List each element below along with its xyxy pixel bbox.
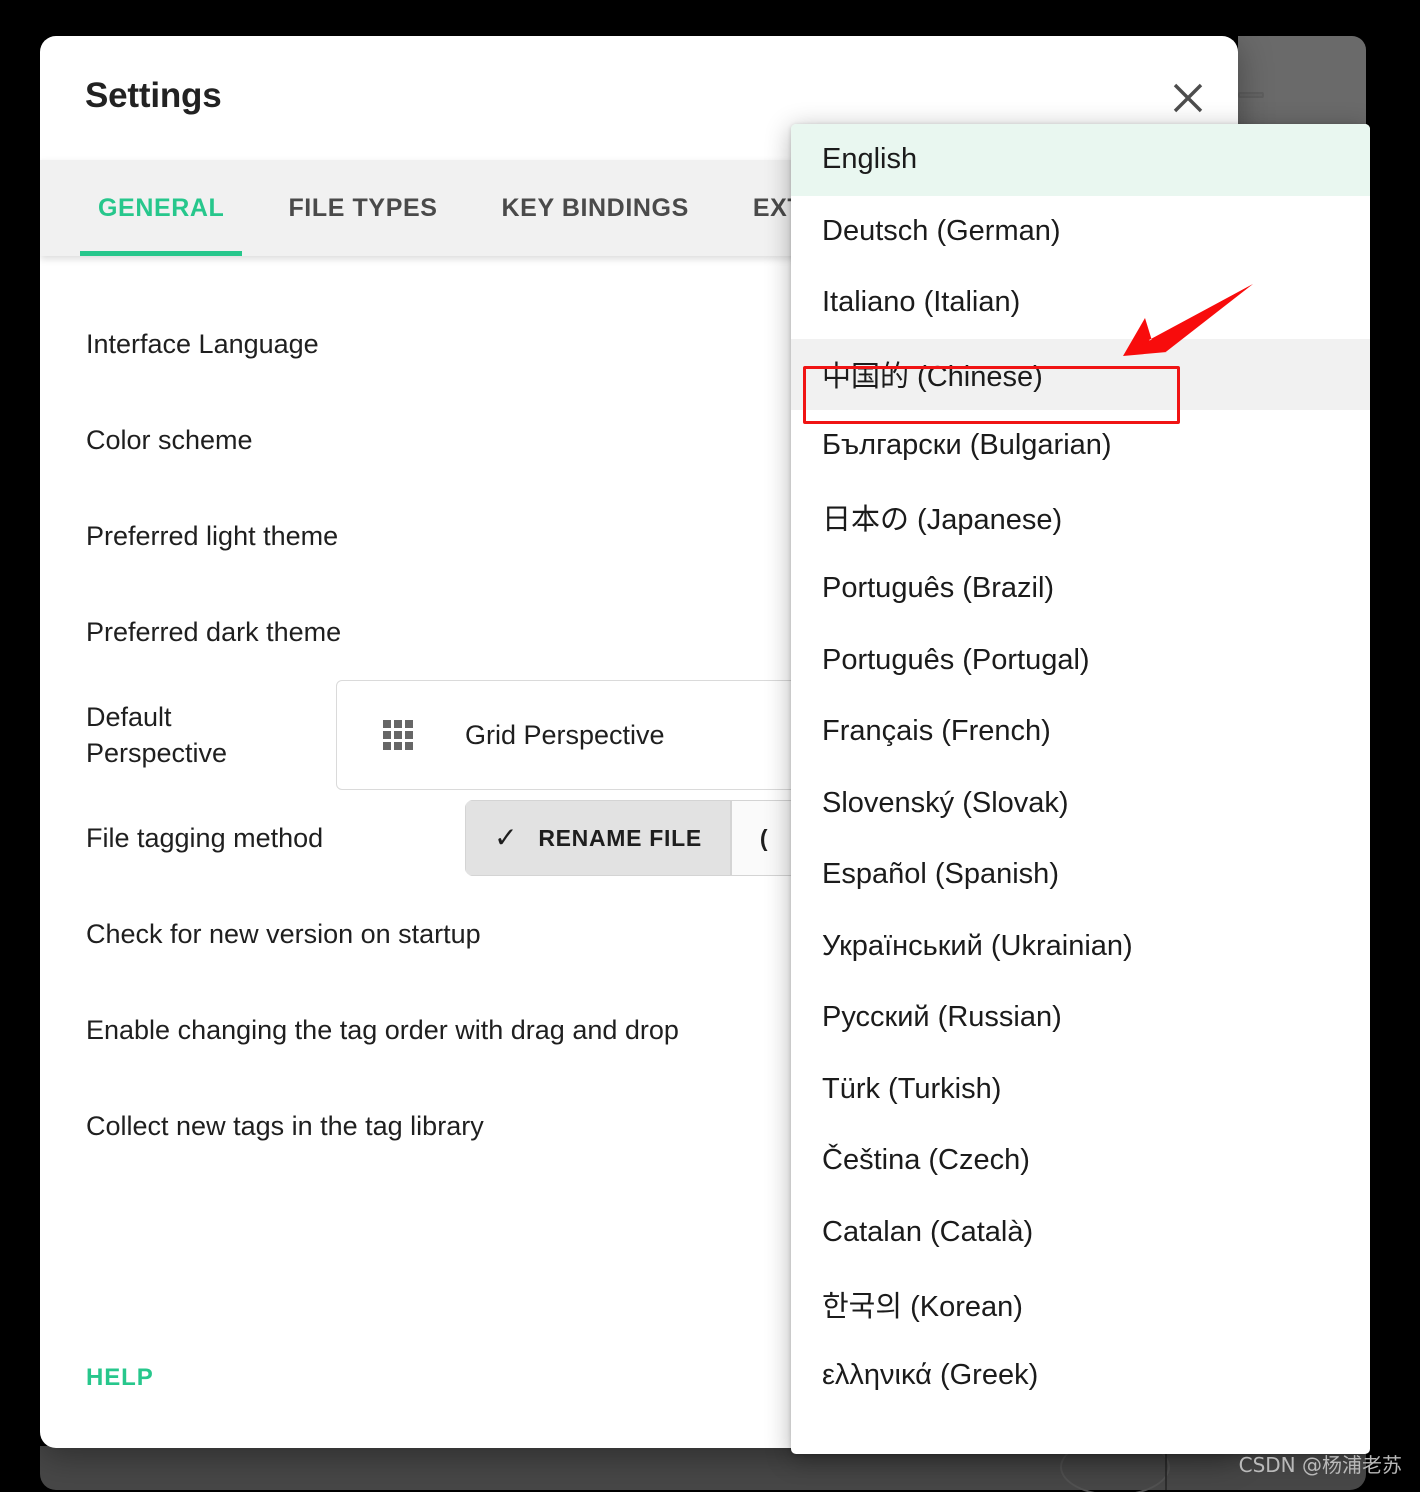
toggle-sidecar-file-label: ( bbox=[759, 824, 769, 851]
language-option[interactable]: Čeština (Czech) bbox=[791, 1125, 1370, 1197]
toggle-rename-file-label: RENAME FILE bbox=[538, 824, 702, 851]
language-option[interactable]: Français (French) bbox=[791, 696, 1370, 768]
language-option[interactable]: 한국의 (Korean) bbox=[791, 1268, 1370, 1340]
close-button[interactable] bbox=[1160, 70, 1216, 126]
language-option[interactable]: 日本の (Japanese) bbox=[791, 481, 1370, 553]
interface-language-dropdown: English Deutsch (German) Italiano (Italian… bbox=[791, 124, 1370, 1454]
tab-general[interactable]: GENERAL bbox=[66, 160, 256, 256]
language-option[interactable]: ελληνικά (Greek) bbox=[791, 1339, 1370, 1411]
tab-key-bindings-label: KEY BINDINGS bbox=[501, 193, 689, 222]
language-option[interactable]: Український (Ukrainian) bbox=[791, 910, 1370, 982]
close-icon bbox=[1173, 83, 1203, 113]
preferred-light-theme-label: Preferred light theme bbox=[86, 520, 339, 551]
background-ghost-shape bbox=[1238, 92, 1264, 98]
grid-icon bbox=[383, 720, 413, 750]
language-option[interactable]: 中国的 (Chinese) bbox=[791, 338, 1370, 410]
tag-drag-drop-label: Enable changing the tag order with drag … bbox=[86, 1014, 679, 1045]
language-option[interactable]: English bbox=[791, 124, 1370, 196]
check-new-version-label: Check for new version on startup bbox=[86, 918, 481, 949]
file-tagging-method-label: File tagging method bbox=[86, 822, 324, 853]
language-option[interactable]: Português (Brazil) bbox=[791, 553, 1370, 625]
color-scheme-label: Color scheme bbox=[86, 424, 253, 455]
tab-general-label: GENERAL bbox=[98, 193, 225, 222]
language-option[interactable]: Български (Bulgarian) bbox=[791, 410, 1370, 482]
language-option[interactable]: Türk (Turkish) bbox=[791, 1053, 1370, 1125]
language-option[interactable]: Español (Spanish) bbox=[791, 839, 1370, 911]
interface-language-label: Interface Language bbox=[86, 328, 319, 359]
language-option[interactable]: Deutsch (German) bbox=[791, 195, 1370, 267]
language-option[interactable]: Русский (Russian) bbox=[791, 982, 1370, 1054]
tab-file-types[interactable]: FILE TYPES bbox=[256, 160, 469, 256]
language-option[interactable]: Catalan (Català) bbox=[791, 1196, 1370, 1268]
toggle-rename-file[interactable]: ✓ RENAME FILE bbox=[465, 800, 731, 876]
app-background-top-right bbox=[1238, 36, 1366, 136]
default-perspective-value: Grid Perspective bbox=[465, 719, 665, 750]
collect-new-tags-label: Collect new tags in the tag library bbox=[86, 1110, 484, 1141]
page-title: Settings bbox=[85, 76, 222, 115]
watermark: CSDN @杨浦老苏 bbox=[1238, 1453, 1402, 1477]
file-tagging-toggle-group: ✓ RENAME FILE ( bbox=[465, 800, 798, 876]
language-option[interactable]: Italiano (Italian) bbox=[791, 267, 1370, 339]
help-link[interactable]: HELP bbox=[86, 1364, 154, 1392]
toggle-sidecar-file[interactable]: ( bbox=[730, 800, 798, 876]
check-icon: ✓ bbox=[494, 822, 519, 853]
language-option[interactable]: Slovenský (Slovak) bbox=[791, 767, 1370, 839]
screen-root: Settings GENERAL FILE TYPES KEY BINDINGS… bbox=[0, 0, 1420, 1492]
language-option[interactable]: Português (Portugal) bbox=[791, 624, 1370, 696]
default-perspective-label: Default Perspective bbox=[86, 701, 228, 768]
preferred-dark-theme-label: Preferred dark theme bbox=[86, 616, 342, 647]
tab-key-bindings[interactable]: KEY BINDINGS bbox=[470, 160, 721, 256]
tab-file-types-label: FILE TYPES bbox=[288, 193, 438, 222]
